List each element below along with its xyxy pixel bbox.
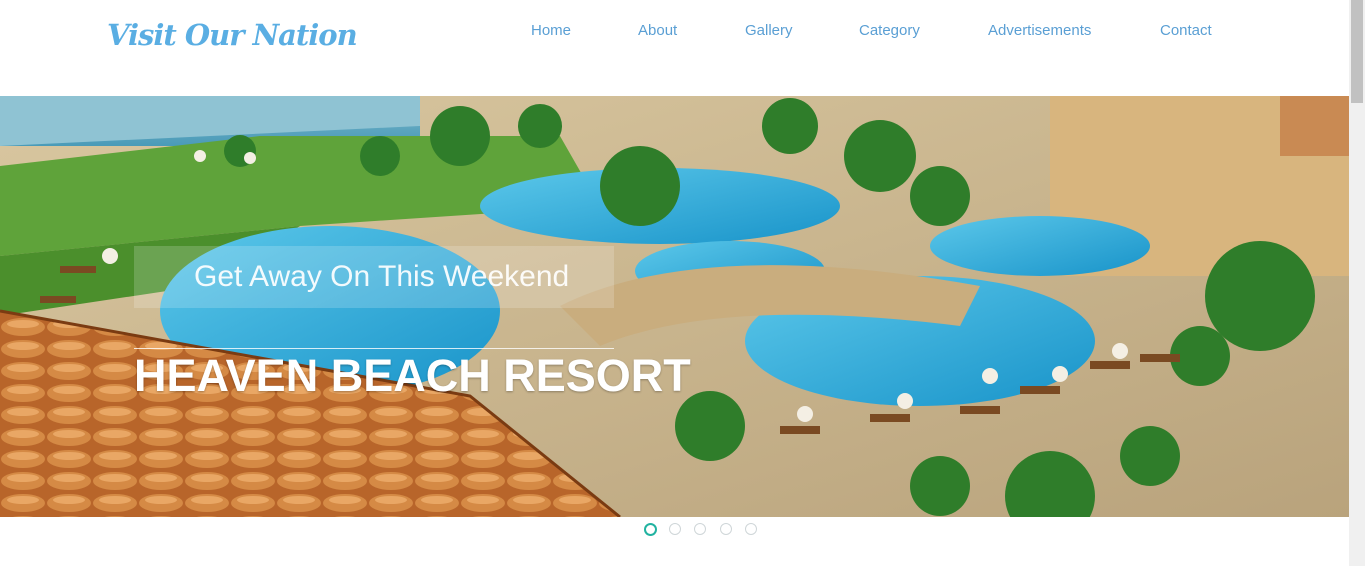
scrollbar-thumb[interactable]: [1351, 0, 1363, 103]
site-header: Visit Our Nation Home About Gallery Cate…: [0, 0, 1349, 96]
nav-link-contact[interactable]: Contact: [1160, 22, 1212, 39]
slider-dot-3[interactable]: [694, 523, 706, 535]
slider-dot-1[interactable]: [644, 523, 657, 536]
slider-dot-5[interactable]: [745, 523, 757, 535]
hero-slider[interactable]: Get Away On This Weekend HEAVEN BEACH RE…: [0, 96, 1349, 517]
nav-link-advertisements[interactable]: Advertisements: [988, 22, 1091, 39]
caption-divider: [134, 348, 614, 349]
hero-title: HEAVEN BEACH RESORT: [134, 350, 691, 401]
nav-link-home[interactable]: Home: [531, 22, 571, 39]
nav-link-category[interactable]: Category: [859, 22, 920, 39]
slider-dot-4[interactable]: [720, 523, 732, 535]
hero-subtitle: Get Away On This Weekend: [194, 260, 570, 293]
main-nav: Home About Gallery Category Advertisemen…: [0, 22, 1349, 42]
slider-dot-2[interactable]: [669, 523, 681, 535]
nav-link-gallery[interactable]: Gallery: [745, 22, 793, 39]
nav-link-about[interactable]: About: [638, 22, 677, 39]
page-scrollbar[interactable]: [1349, 0, 1365, 566]
